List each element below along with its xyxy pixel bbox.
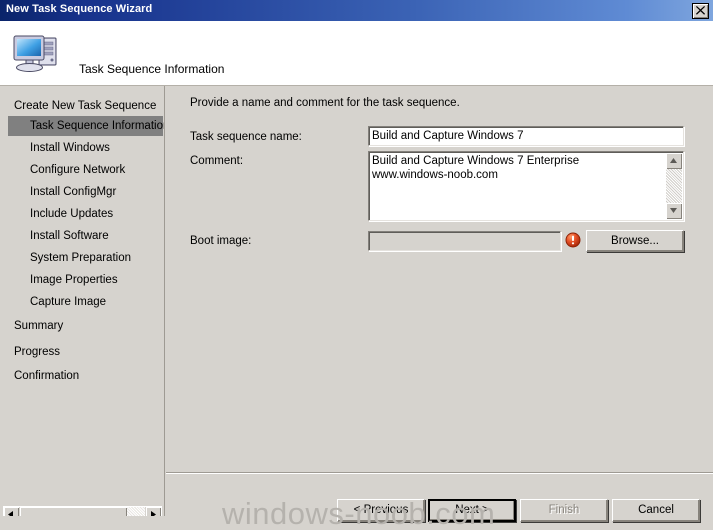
sidebar-item-install-configmgr[interactable]: Install ConfigMgr — [8, 182, 163, 202]
comment-line-2: www.windows-noob.com — [372, 169, 498, 181]
finish-button-label: Finish — [548, 504, 580, 516]
error-exclamation-icon — [565, 232, 581, 248]
task-sequence-name-value: Build and Capture Windows 7 — [372, 130, 524, 142]
scroll-down-arrow-icon[interactable] — [666, 203, 682, 219]
scrollbar-thumb[interactable] — [20, 507, 127, 516]
sidebar-item-label: Install Windows — [30, 142, 110, 154]
sidebar-item-summary[interactable]: Summary — [0, 316, 164, 336]
sidebar-item-label: Confirmation — [14, 370, 80, 382]
page-title: Task Sequence Information — [79, 62, 225, 76]
wizard-footer: < Previous Next > Finish Cancel — [166, 474, 713, 530]
scroll-up-arrow-icon[interactable] — [666, 153, 682, 169]
sidebar-item-install-software[interactable]: Install Software — [8, 226, 163, 246]
wizard-steps-sidebar: Create New Task Sequence Task Sequence I… — [0, 86, 165, 516]
sidebar-item-label: Summary — [14, 320, 64, 332]
sidebar-horizontal-scrollbar[interactable] — [3, 506, 162, 516]
wizard-window: New Task Sequence Wizard Task Sequence I… — [0, 0, 713, 530]
sidebar-item-label: Capture Image — [30, 296, 107, 308]
sidebar-item-include-updates[interactable]: Include Updates — [8, 204, 163, 224]
comment-vertical-scrollbar[interactable] — [666, 153, 682, 219]
title-bar: New Task Sequence Wizard — [0, 0, 713, 22]
next-button[interactable]: Next > — [428, 499, 516, 522]
sidebar-group-create-new-task-sequence: Create New Task Sequence — [0, 96, 164, 116]
sidebar-item-label: Install Software — [30, 230, 109, 242]
sidebar-item-capture-image[interactable]: Capture Image — [8, 292, 163, 312]
browse-button-label: Browse... — [611, 235, 659, 247]
sidebar-item-system-preparation[interactable]: System Preparation — [8, 248, 163, 268]
boot-image-input[interactable] — [368, 231, 561, 251]
comment-label: Comment: — [190, 155, 244, 167]
close-button[interactable] — [692, 3, 709, 19]
left-arrow-icon[interactable] — [4, 507, 19, 516]
sidebar-item-image-properties[interactable]: Image Properties — [8, 270, 163, 290]
finish-button: Finish — [520, 499, 608, 522]
wizard-body: Create New Task Sequence Task Sequence I… — [0, 86, 713, 530]
previous-button[interactable]: < Previous — [337, 499, 425, 522]
sidebar-item-task-sequence-information[interactable]: Task Sequence Information — [8, 116, 165, 136]
boot-image-label: Boot image: — [190, 235, 252, 247]
sidebar-group-label: Create New Task Sequence — [14, 100, 157, 112]
next-button-label: Next > — [455, 504, 489, 516]
sidebar-item-label: Include Updates — [30, 208, 114, 220]
wizard-header: Task Sequence Information — [0, 22, 713, 86]
task-sequence-name-label: Task sequence name: — [190, 131, 302, 143]
window-title: New Task Sequence Wizard — [6, 3, 153, 15]
sidebar-item-label: Progress — [14, 346, 61, 358]
sidebar-item-label: Configure Network — [30, 164, 126, 176]
cancel-button[interactable]: Cancel — [612, 499, 700, 522]
sidebar-item-label: Image Properties — [30, 274, 118, 286]
instruction-text: Provide a name and comment for the task … — [190, 97, 460, 109]
right-arrow-icon[interactable] — [146, 507, 161, 516]
sidebar-item-confirmation[interactable]: Confirmation — [0, 366, 164, 386]
cancel-button-label: Cancel — [638, 504, 674, 516]
previous-button-label: < Previous — [353, 504, 409, 516]
comment-line-1: Build and Capture Windows 7 Enterprise — [372, 155, 580, 167]
sidebar-item-label: Install ConfigMgr — [30, 186, 117, 198]
browse-button[interactable]: Browse... — [586, 230, 684, 252]
wizard-main-pane: Provide a name and comment for the task … — [166, 86, 713, 472]
computer-icon — [11, 30, 61, 76]
sidebar-item-install-windows[interactable]: Install Windows — [8, 138, 163, 158]
sidebar-item-progress[interactable]: Progress — [0, 342, 164, 362]
sidebar-item-label: System Preparation — [30, 252, 131, 264]
scrollbar-track[interactable] — [666, 169, 682, 203]
comment-input[interactable]: Build and Capture Windows 7 Enterprise w… — [368, 151, 684, 221]
sidebar-item-configure-network[interactable]: Configure Network — [8, 160, 163, 180]
sidebar-item-label: Task Sequence Information — [30, 120, 165, 132]
task-sequence-name-input[interactable]: Build and Capture Windows 7 — [368, 126, 684, 146]
